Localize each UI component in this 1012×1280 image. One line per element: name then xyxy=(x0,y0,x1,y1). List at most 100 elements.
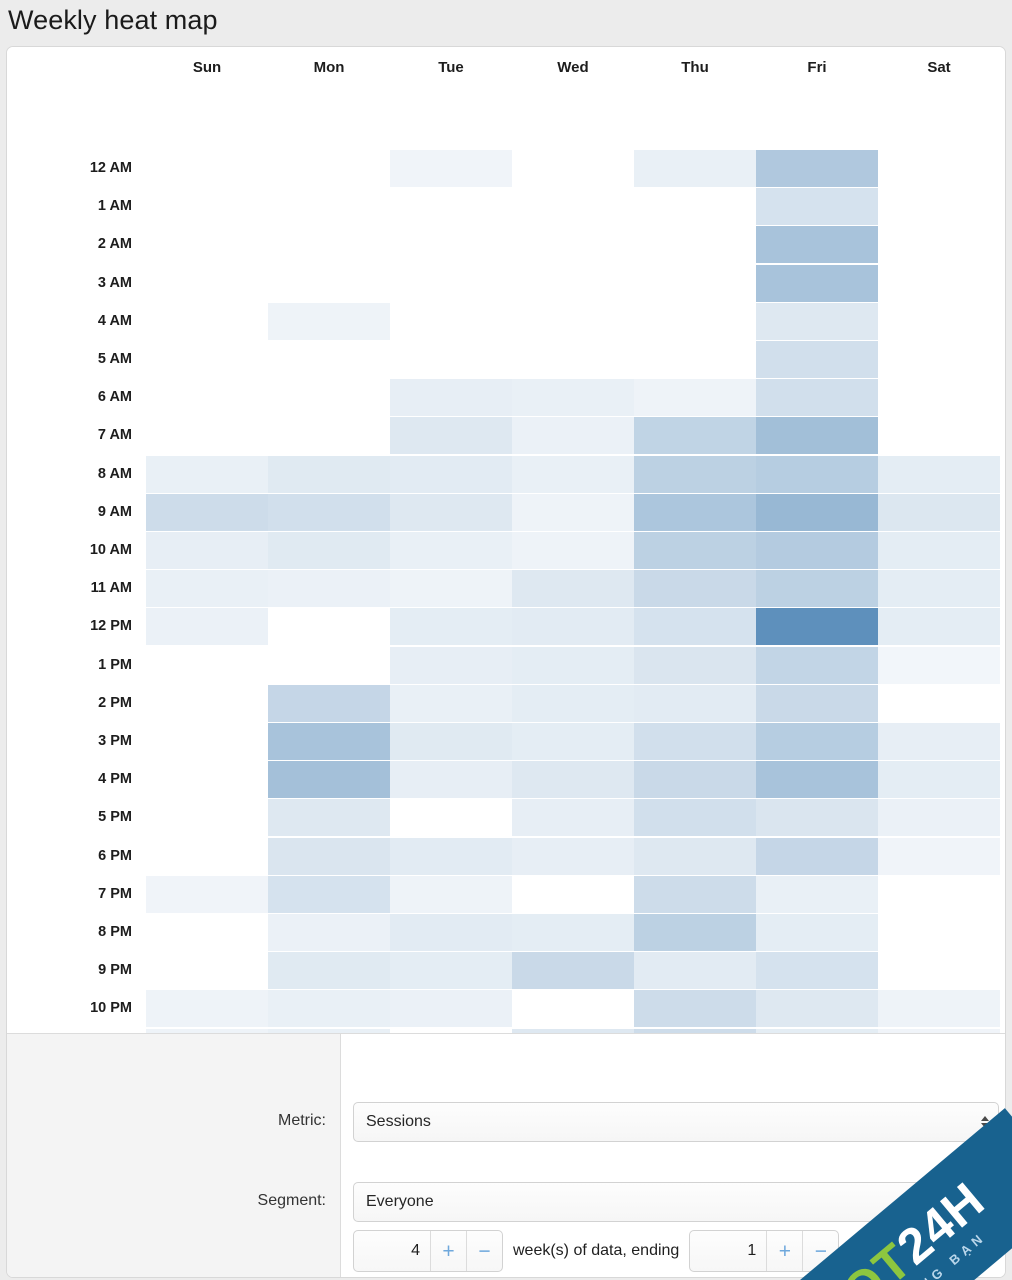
heatmap-cell[interactable] xyxy=(268,875,390,913)
heatmap-cell[interactable] xyxy=(268,684,390,722)
heatmap-cell[interactable] xyxy=(878,608,1000,646)
heatmap-cell[interactable] xyxy=(756,837,878,875)
days-increment-button[interactable]: + xyxy=(766,1231,802,1271)
weeks-increment-button[interactable]: + xyxy=(430,1231,466,1271)
heatmap-cell[interactable] xyxy=(634,799,756,837)
heatmap-cell[interactable] xyxy=(268,799,390,837)
days-decrement-button[interactable]: − xyxy=(802,1231,838,1271)
heatmap-cell[interactable] xyxy=(756,493,878,531)
heatmap-cell[interactable] xyxy=(634,570,756,608)
heatmap-cell[interactable] xyxy=(634,875,756,913)
heatmap-cell[interactable] xyxy=(512,684,634,722)
heatmap-cell[interactable] xyxy=(268,952,390,990)
heatmap-cell[interactable] xyxy=(756,952,878,990)
heatmap-cell[interactable] xyxy=(756,608,878,646)
heatmap-cell[interactable] xyxy=(512,952,634,990)
heatmap-cell[interactable] xyxy=(390,570,512,608)
heatmap-cell[interactable] xyxy=(756,302,878,340)
heatmap-cell[interactable] xyxy=(512,493,634,531)
heatmap-cell[interactable] xyxy=(756,684,878,722)
heatmap-cell[interactable] xyxy=(756,532,878,569)
heatmap-cell[interactable] xyxy=(634,684,756,722)
days-input[interactable]: 1 xyxy=(690,1231,766,1271)
heatmap-cell[interactable] xyxy=(268,723,390,760)
heatmap-cell[interactable] xyxy=(146,875,268,913)
heatmap-cell[interactable] xyxy=(268,990,390,1028)
heatmap-cell[interactable] xyxy=(756,570,878,608)
heatmap-cell[interactable] xyxy=(878,455,1000,493)
heatmap-cell[interactable] xyxy=(878,799,1000,837)
heatmap-cell[interactable] xyxy=(878,723,1000,760)
heatmap-cell[interactable] xyxy=(512,799,634,837)
heatmap-cell[interactable] xyxy=(878,990,1000,1028)
heatmap-cell[interactable] xyxy=(390,875,512,913)
heatmap-cell[interactable] xyxy=(756,379,878,417)
heatmap-cell[interactable] xyxy=(878,761,1000,799)
heatmap-cell[interactable] xyxy=(268,532,390,569)
heatmap-cell[interactable] xyxy=(634,646,756,684)
heatmap-cell[interactable] xyxy=(268,837,390,875)
heatmap-cell[interactable] xyxy=(756,799,878,837)
heatmap-cell[interactable] xyxy=(268,914,390,951)
heatmap-cell[interactable] xyxy=(756,875,878,913)
heatmap-cell[interactable] xyxy=(756,417,878,455)
heatmap-cell[interactable] xyxy=(634,455,756,493)
heatmap-cell[interactable] xyxy=(878,837,1000,875)
heatmap-cell[interactable] xyxy=(512,532,634,569)
heatmap-cell[interactable] xyxy=(512,455,634,493)
heatmap-cell[interactable] xyxy=(512,646,634,684)
heatmap-cell[interactable] xyxy=(390,914,512,951)
heatmap-cell[interactable] xyxy=(390,837,512,875)
heatmap-cell[interactable] xyxy=(390,417,512,455)
heatmap-cell[interactable] xyxy=(634,837,756,875)
heatmap-cell[interactable] xyxy=(634,417,756,455)
heatmap-cell[interactable] xyxy=(512,914,634,951)
heatmap-cell[interactable] xyxy=(634,914,756,951)
metric-select[interactable]: Sessions xyxy=(353,1102,999,1142)
weeks-decrement-button[interactable]: − xyxy=(466,1231,502,1271)
heatmap-cell[interactable] xyxy=(878,570,1000,608)
heatmap-cell[interactable] xyxy=(512,723,634,760)
heatmap-cell[interactable] xyxy=(390,532,512,569)
heatmap-cell[interactable] xyxy=(756,341,878,378)
heatmap-cell[interactable] xyxy=(756,646,878,684)
heatmap-cell[interactable] xyxy=(512,379,634,417)
days-stepper[interactable]: 1 + − xyxy=(689,1230,840,1272)
heatmap-cell[interactable] xyxy=(512,837,634,875)
heatmap-cell[interactable] xyxy=(512,761,634,799)
heatmap-cell[interactable] xyxy=(268,570,390,608)
heatmap-cell[interactable] xyxy=(756,188,878,226)
heatmap-cell[interactable] xyxy=(634,723,756,760)
heatmap-cell[interactable] xyxy=(390,379,512,417)
heatmap-cell[interactable] xyxy=(268,302,390,340)
segment-select[interactable]: Everyone xyxy=(353,1182,999,1222)
heatmap-cell[interactable] xyxy=(146,608,268,646)
heatmap-cell[interactable] xyxy=(390,990,512,1028)
heatmap-cell[interactable] xyxy=(512,608,634,646)
heatmap-cell[interactable] xyxy=(756,761,878,799)
heatmap-cell[interactable] xyxy=(878,532,1000,569)
heatmap-cell[interactable] xyxy=(512,417,634,455)
heatmap-cell[interactable] xyxy=(390,684,512,722)
heatmap-cell[interactable] xyxy=(390,761,512,799)
heatmap-cell[interactable] xyxy=(634,379,756,417)
heatmap-cell[interactable] xyxy=(390,952,512,990)
heatmap-cell[interactable] xyxy=(878,646,1000,684)
heatmap-cell[interactable] xyxy=(634,493,756,531)
heatmap-cell[interactable] xyxy=(146,990,268,1028)
heatmap-cell[interactable] xyxy=(756,455,878,493)
heatmap-cell[interactable] xyxy=(634,990,756,1028)
heatmap-cell[interactable] xyxy=(390,455,512,493)
heatmap-cell[interactable] xyxy=(756,914,878,951)
heatmap-cell[interactable] xyxy=(634,608,756,646)
heatmap-cell[interactable] xyxy=(878,493,1000,531)
heatmap-cell[interactable] xyxy=(390,646,512,684)
heatmap-cell[interactable] xyxy=(146,570,268,608)
heatmap-cell[interactable] xyxy=(756,723,878,760)
heatmap-cell[interactable] xyxy=(146,532,268,569)
heatmap-cell[interactable] xyxy=(268,493,390,531)
heatmap-cell[interactable] xyxy=(390,723,512,760)
weeks-input[interactable]: 4 xyxy=(354,1231,430,1271)
heatmap-cell[interactable] xyxy=(634,150,756,187)
heatmap-cell[interactable] xyxy=(634,952,756,990)
